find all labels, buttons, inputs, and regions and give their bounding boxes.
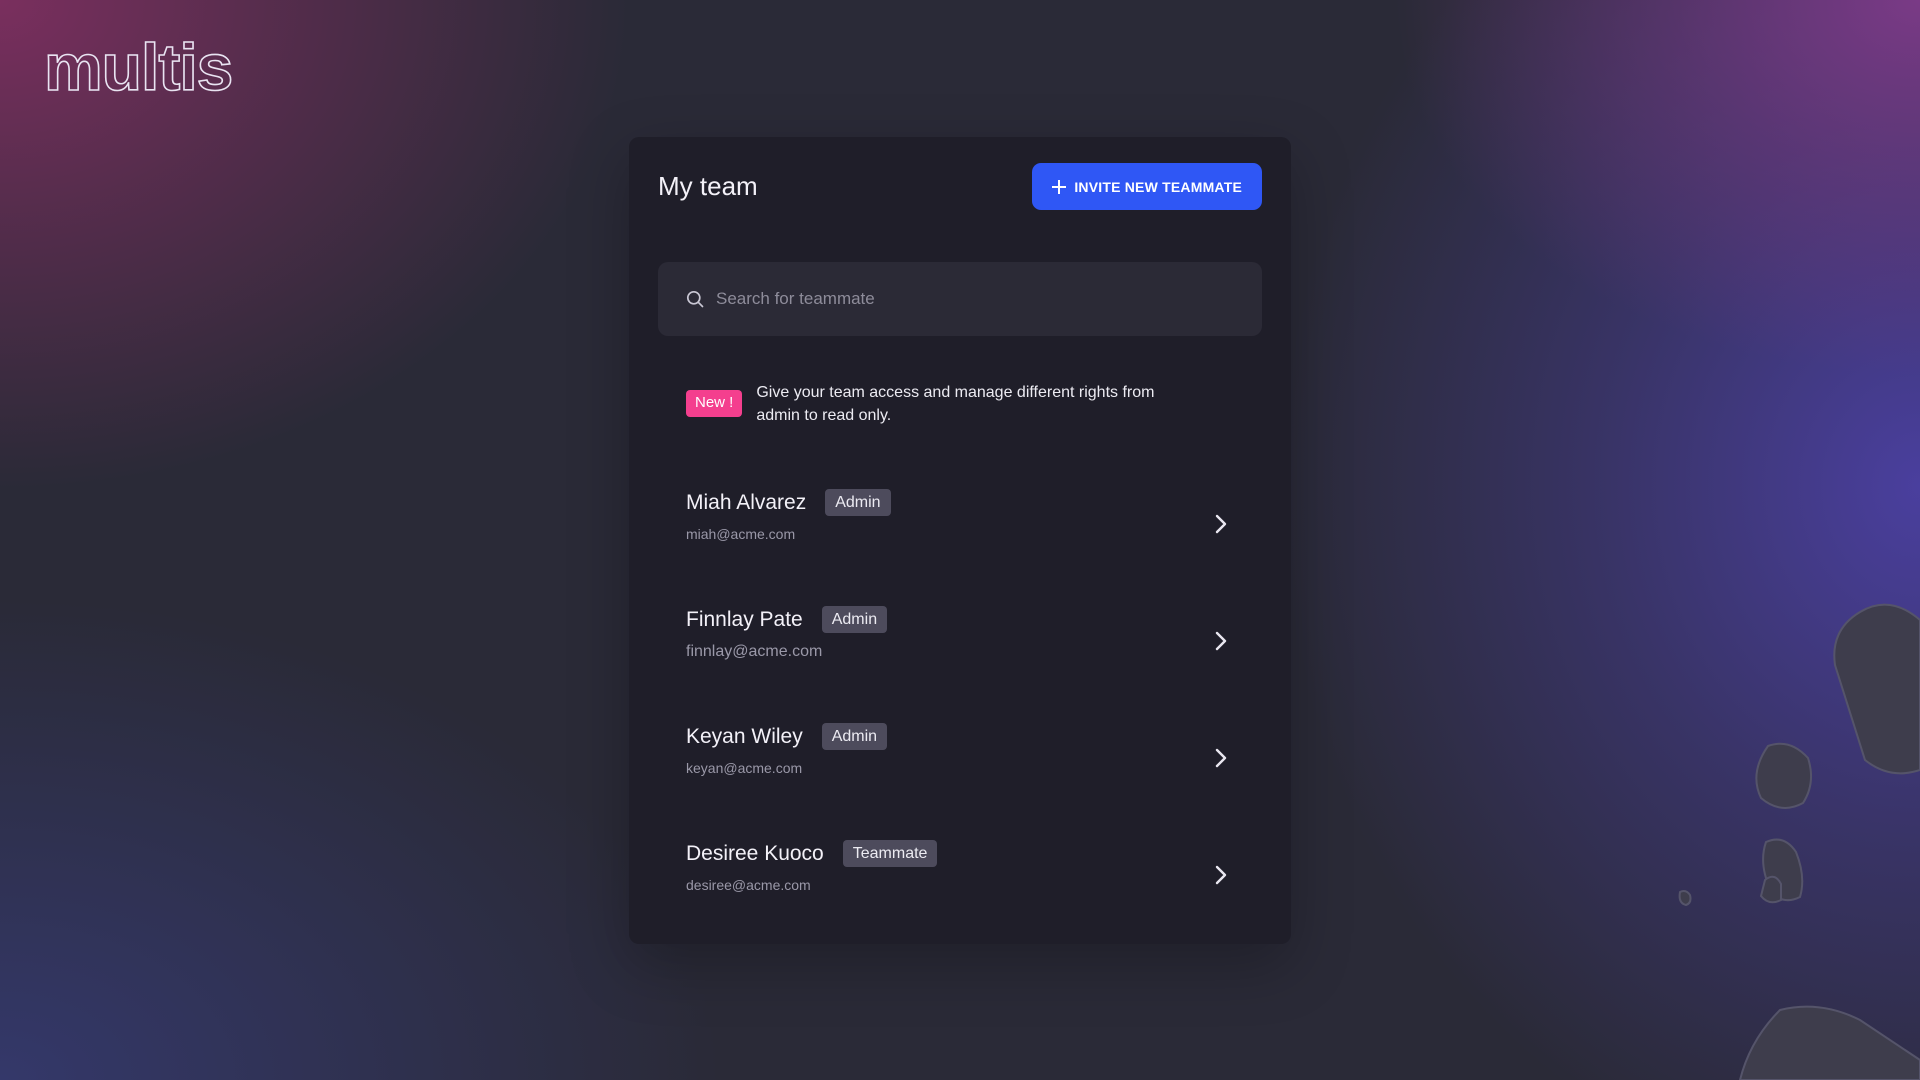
- search-bar[interactable]: [658, 262, 1262, 336]
- invite-button-label: INVITE NEW TEAMMATE: [1074, 178, 1242, 195]
- member-row-finnlay-pate[interactable]: Finnlay Pate Admin finnlay@acme.com: [629, 594, 1291, 711]
- role-badge: Teammate: [842, 840, 938, 868]
- feature-notice: New ! Give your team access and manage d…: [686, 381, 1156, 427]
- panel-header: My team INVITE NEW TEAMMATE: [658, 163, 1262, 210]
- member-row-keyan-wiley[interactable]: Keyan Wiley Admin keyan@acme.com: [629, 711, 1291, 828]
- search-icon: [686, 290, 704, 308]
- member-email: desiree@acme.com: [686, 877, 811, 894]
- page-title: My team: [658, 171, 758, 201]
- member-name: Finnlay Pate: [686, 607, 803, 631]
- new-badge: New !: [686, 390, 743, 417]
- plus-icon: [1052, 179, 1067, 194]
- role-badge: Admin: [821, 723, 888, 751]
- chevron-right-icon[interactable]: [1210, 745, 1230, 771]
- member-name: Desiree Kuoco: [686, 841, 824, 865]
- search-input[interactable]: [716, 289, 1234, 309]
- member-name: Keyan Wiley: [686, 724, 803, 748]
- member-list: Miah Alvarez Admin miah@acme.com Finnlay…: [629, 477, 1291, 945]
- role-badge: Admin: [821, 606, 888, 634]
- member-email: finnlay@acme.com: [686, 643, 823, 661]
- member-row-miah-alvarez[interactable]: Miah Alvarez Admin miah@acme.com: [629, 477, 1291, 594]
- member-email: miah@acme.com: [686, 526, 796, 543]
- chevron-right-icon[interactable]: [1210, 628, 1230, 654]
- member-row-desiree-kuoco[interactable]: Desiree Kuoco Teammate desiree@acme.com: [629, 828, 1291, 945]
- chevron-right-icon[interactable]: [1210, 511, 1230, 537]
- chevron-right-icon[interactable]: [1210, 862, 1230, 888]
- team-panel: My team INVITE NEW TEAMMATE New ! Give y…: [629, 137, 1291, 944]
- notice-text: Give your team access and manage differe…: [756, 384, 1155, 424]
- member-email: keyan@acme.com: [686, 760, 803, 777]
- multis-logo: multis: [43, 30, 234, 104]
- member-name: Miah Alvarez: [686, 490, 807, 514]
- role-badge: Admin: [825, 489, 891, 517]
- invite-teammate-button[interactable]: INVITE NEW TEAMMATE: [1032, 163, 1262, 210]
